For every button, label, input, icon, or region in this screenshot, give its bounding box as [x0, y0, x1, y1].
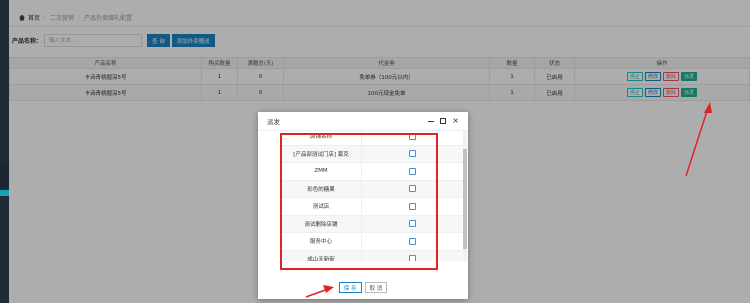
cancel-button-label: 取 消 — [369, 285, 383, 292]
scrollbar-thumb[interactable] — [463, 149, 467, 249]
save-button[interactable]: 保 存 — [338, 282, 362, 293]
highlight-frame — [280, 133, 438, 270]
maximize-icon[interactable] — [440, 118, 447, 124]
minimize-icon[interactable] — [428, 120, 435, 122]
sidebar-active-marker — [0, 190, 9, 196]
cancel-button[interactable]: 取 消 — [364, 282, 388, 293]
dialog-title: 派发 — [267, 118, 280, 126]
save-button-label: 保 存 — [343, 285, 357, 292]
close-icon[interactable]: × — [452, 117, 459, 125]
window-controls: × — [428, 117, 459, 125]
dialog-footer: 保 存 取 消 — [258, 282, 468, 293]
sidebar-block — [0, 163, 9, 187]
dialog-header: 派发 × — [258, 112, 468, 131]
